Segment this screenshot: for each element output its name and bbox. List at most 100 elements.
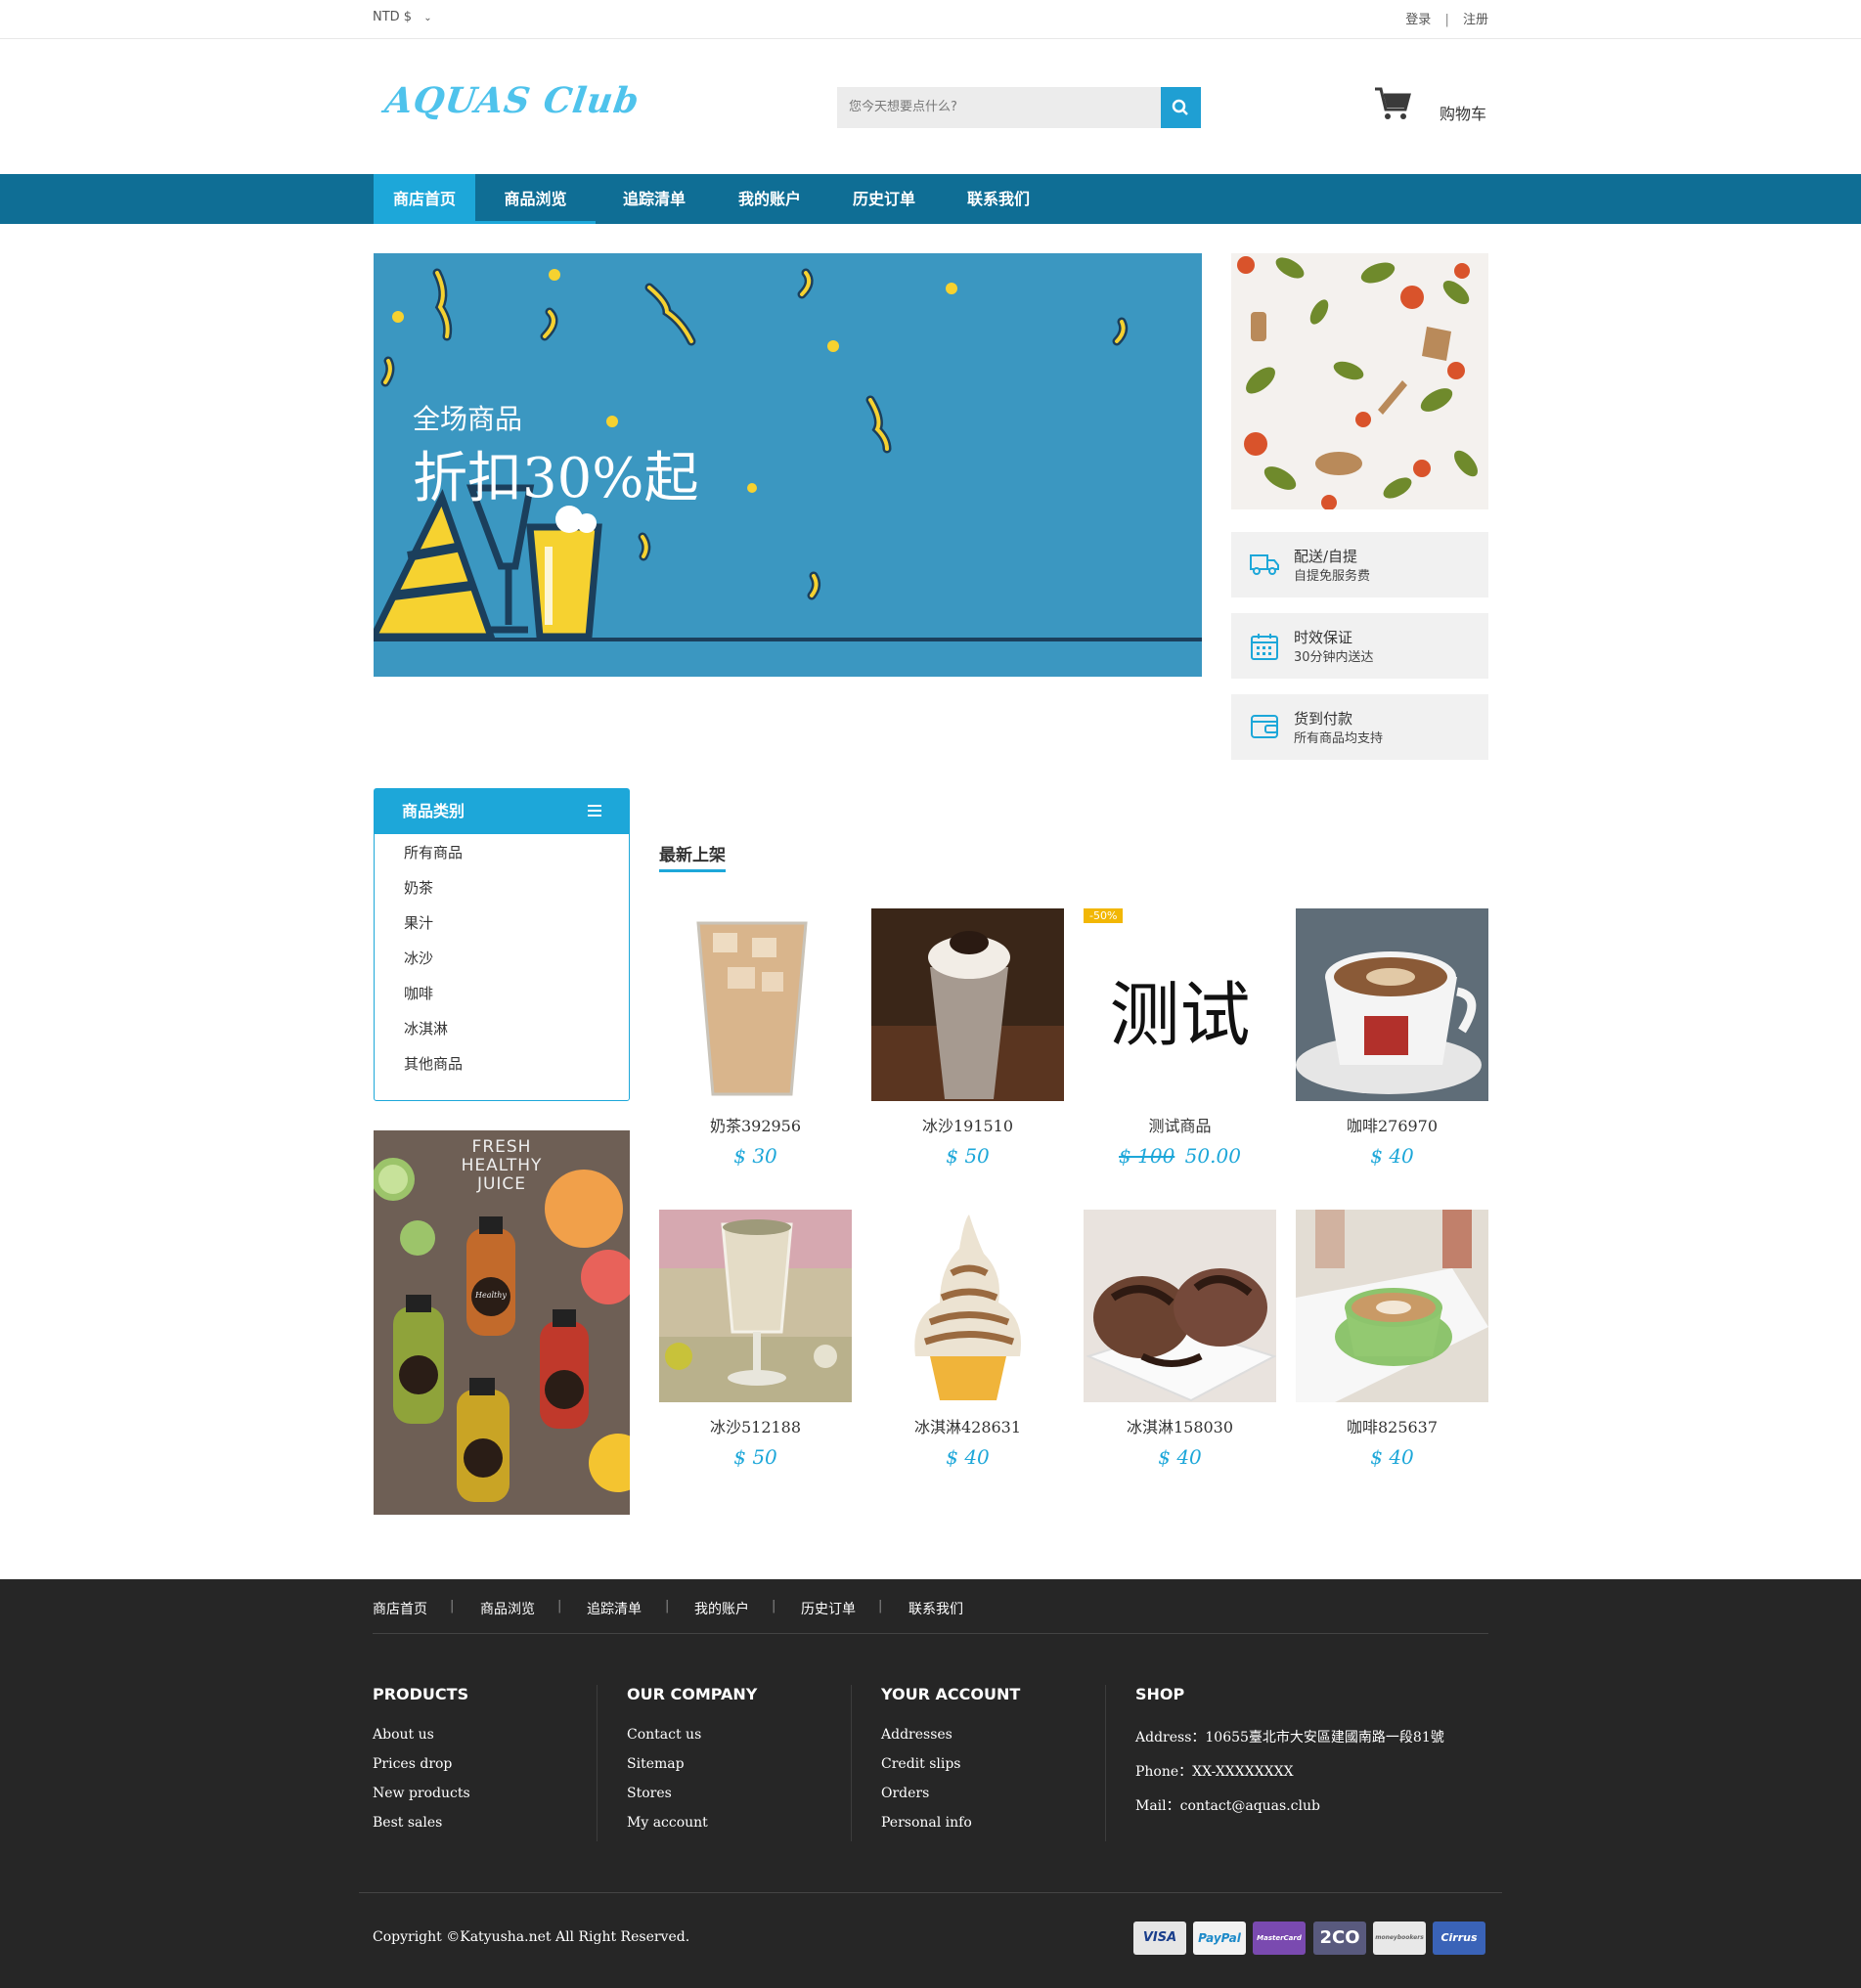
footer-col-divider [597, 1685, 598, 1841]
category-item[interactable]: 冰淇淋 [404, 1018, 448, 1038]
auth-links: 登录 | 注册 [1405, 9, 1488, 27]
nav-browse[interactable]: 商品浏览 [475, 174, 596, 224]
footer-link[interactable]: Orders [881, 1786, 1020, 1815]
footer-nav-home[interactable]: 商店首页 [373, 1599, 427, 1618]
footer-nav-account[interactable]: 我的账户 [694, 1599, 749, 1618]
product-card[interactable]: 奶茶392956 $ 30 [659, 908, 852, 1168]
copyright: Copyright ©Katyusha.net All Right Reserv… [373, 1929, 690, 1945]
footer-link[interactable]: Prices drop [373, 1756, 470, 1786]
footer-link[interactable]: About us [373, 1727, 470, 1756]
product-price: $ 50 [733, 1445, 777, 1469]
discount-badge: -50% [1084, 908, 1124, 923]
footer-link[interactable]: Best sales [373, 1815, 470, 1844]
botanical-banner[interactable] [1231, 253, 1488, 509]
product-card[interactable]: 冰沙191510 $ 50 [871, 908, 1064, 1168]
footer-link[interactable]: Contact us [627, 1727, 757, 1756]
currency-selector[interactable]: NTD $ ⌄ [373, 10, 432, 24]
auth-separator: | [1444, 13, 1449, 27]
2co-icon: 2CO [1313, 1922, 1366, 1955]
product-image[interactable]: 测试 -50% [1084, 908, 1276, 1101]
ice-cream-cone-image [871, 1210, 1064, 1402]
footer-divider [373, 1633, 1488, 1634]
hero-banner[interactable]: 全场商品 折扣30%起 [374, 253, 1202, 677]
product-card[interactable]: 冰淇淋428631 $ 40 [871, 1210, 1064, 1469]
product-card[interactable]: 测试 -50% 测试商品 $ 100 50.00 [1084, 908, 1276, 1168]
footer-link[interactable]: Personal info [881, 1815, 1020, 1844]
category-item[interactable]: 其他商品 [404, 1053, 463, 1074]
product-card[interactable]: 咖啡276970 $ 40 [1296, 908, 1488, 1168]
product-name[interactable]: 咖啡825637 [1296, 1414, 1488, 1437]
category-item[interactable]: 果汁 [404, 912, 433, 933]
category-item[interactable]: 冰沙 [404, 948, 433, 968]
cart-icon[interactable] [1374, 86, 1411, 121]
category-item[interactable]: 所有商品 [404, 842, 463, 862]
product-name[interactable]: 咖啡276970 [1296, 1113, 1488, 1136]
product-card[interactable]: 冰淇淋158030 $ 40 [1084, 1210, 1276, 1469]
product-image[interactable] [871, 1210, 1064, 1402]
search-bar: 您今天想要点什么? [837, 87, 1201, 128]
service-delivery: 配送/自提 自提免服务费 [1231, 532, 1488, 597]
nav-tracking[interactable]: 追踪清单 [605, 174, 703, 224]
category-panel: 商品类别 所有商品 奶茶 果汁 冰沙 咖啡 冰淇淋 其他商品 [374, 788, 630, 1101]
search-icon [1172, 99, 1188, 115]
coffee-image [1296, 908, 1488, 1101]
site-logo[interactable]: AQUAS Club [382, 80, 642, 121]
nav-orders[interactable]: 历史订单 [835, 174, 933, 224]
nav-account[interactable]: 我的账户 [721, 174, 819, 224]
product-name[interactable]: 冰淇淋158030 [1084, 1414, 1276, 1437]
footer-link[interactable]: Credit slips [881, 1756, 1020, 1786]
nav-home[interactable]: 商店首页 [374, 174, 475, 224]
footer-link[interactable]: Addresses [881, 1727, 1020, 1756]
footer: 商店首页 | 商品浏览 | 追踪清单 | 我的账户 | 历史订单 | 联系我们 … [0, 1579, 1861, 1988]
footer-nav-contact[interactable]: 联系我们 [908, 1599, 963, 1618]
product-image[interactable] [1296, 1210, 1488, 1402]
product-price: $ 40 [946, 1445, 990, 1469]
search-button[interactable] [1161, 87, 1201, 128]
category-header[interactable]: 商品类别 [375, 789, 629, 834]
category-item[interactable]: 咖啡 [404, 983, 433, 1003]
footer-bottom-divider [359, 1892, 1502, 1893]
footer-link[interactable]: My account [627, 1815, 757, 1844]
product-image[interactable] [871, 908, 1064, 1101]
search-input[interactable]: 您今天想要点什么? [837, 87, 1161, 128]
nav-contact[interactable]: 联系我们 [950, 174, 1047, 224]
footer-link[interactable]: Sitemap [627, 1756, 757, 1786]
shop-address: Address：10655臺北市大安區建國南路一段81號 [1135, 1730, 1444, 1745]
product-card[interactable]: 咖啡825637 $ 40 [1296, 1210, 1488, 1469]
service-payment: 货到付款 所有商品均支持 [1231, 694, 1488, 760]
product-name[interactable]: 冰沙512188 [659, 1414, 852, 1437]
product-name[interactable]: 奶茶392956 [659, 1113, 852, 1136]
login-link[interactable]: 登录 [1405, 13, 1431, 27]
footer-nav-browse[interactable]: 商品浏览 [480, 1599, 535, 1618]
product-image[interactable] [659, 908, 852, 1101]
footer-nav-orders[interactable]: 历史订单 [801, 1599, 856, 1618]
footer-col-shop: SHOP Address：10655臺北市大安區建國南路一段81號 Phone：… [1135, 1685, 1444, 1830]
hamburger-menu-icon[interactable] [588, 805, 601, 817]
frappe-image [871, 908, 1064, 1101]
product-name[interactable]: 冰沙191510 [871, 1113, 1064, 1136]
product-image[interactable] [1084, 1210, 1276, 1402]
product-card[interactable]: 冰沙512188 $ 50 [659, 1210, 852, 1469]
product-image[interactable] [1296, 908, 1488, 1101]
top-bar: NTD $ ⌄ 登录 | 注册 [0, 0, 1861, 39]
wallet-icon [1251, 715, 1278, 738]
footer-nav-tracking[interactable]: 追踪清单 [587, 1599, 642, 1618]
truck-icon [1250, 554, 1279, 575]
product-name[interactable]: 测试商品 [1084, 1113, 1276, 1136]
shop-mail[interactable]: Mail：contact@aquas.club [1135, 1795, 1444, 1830]
footer-nav-sep: | [665, 1599, 670, 1613]
product-price: $ 40 [1370, 1144, 1414, 1168]
product-price: $ 50 [946, 1144, 990, 1168]
footer-link[interactable]: New products [373, 1786, 470, 1815]
juice-promo-banner[interactable]: FRESH HEALTHY JUICE Healthy [374, 1130, 630, 1515]
juice-bottles-illustration [374, 1158, 630, 1502]
test-image-text: 测试 [1109, 974, 1251, 1056]
category-item[interactable]: 奶茶 [404, 877, 433, 898]
product-name[interactable]: 冰淇淋428631 [871, 1414, 1064, 1437]
register-link[interactable]: 注册 [1463, 13, 1488, 27]
footer-link[interactable]: Stores [627, 1786, 757, 1815]
service-desc: 所有商品均支持 [1294, 731, 1384, 746]
latte-image [1296, 1210, 1488, 1402]
cart-label[interactable]: 购物车 [1440, 101, 1486, 124]
product-image[interactable] [659, 1210, 852, 1402]
